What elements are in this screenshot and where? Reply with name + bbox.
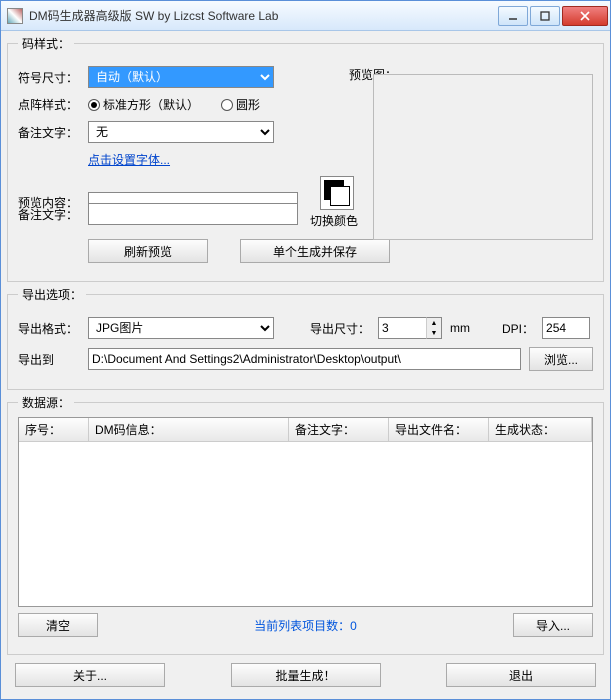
datasource-legend: 数据源： — [18, 394, 74, 411]
about-button[interactable]: 关于... — [15, 663, 165, 687]
style-group: 码样式： 预览图： 符号尺寸： 自动（默认） 点阵样式： 标准方形（默认） 圆形… — [7, 35, 604, 282]
symbol-size-select[interactable]: 自动（默认） — [88, 66, 274, 88]
col-remark[interactable]: 备注文字： — [289, 418, 389, 441]
data-table[interactable]: 序号： DM码信息： 备注文字： 导出文件名： 生成状态： — [18, 417, 593, 607]
col-status[interactable]: 生成状态： — [489, 418, 592, 441]
chevron-up-icon[interactable]: ▲ — [427, 318, 441, 328]
export-group: 导出选项： 导出格式： JPG图片 导出尺寸： ▲▼ mm DPI： 导出到 浏… — [7, 286, 604, 390]
radio-circle[interactable]: 圆形 — [221, 96, 260, 113]
single-generate-button[interactable]: 单个生成并保存 — [240, 239, 390, 263]
import-button[interactable]: 导入... — [513, 613, 593, 637]
export-size-spinner[interactable]: ▲▼ — [378, 317, 442, 339]
refresh-preview-button[interactable]: 刷新预览 — [88, 239, 208, 263]
export-format-select[interactable]: JPG图片 — [88, 317, 274, 339]
app-icon — [7, 8, 23, 24]
export-legend: 导出选项： — [18, 286, 86, 303]
remark-text-label: 备注文字： — [18, 206, 80, 223]
remark-select[interactable]: 无 — [88, 121, 274, 143]
chevron-down-icon[interactable]: ▼ — [427, 328, 441, 338]
col-index[interactable]: 序号： — [19, 418, 89, 441]
remark-label: 备注文字： — [18, 124, 80, 141]
export-format-label: 导出格式： — [18, 320, 80, 337]
clear-button[interactable]: 清空 — [18, 613, 98, 637]
remark-text-input[interactable] — [88, 203, 298, 225]
col-filename[interactable]: 导出文件名： — [389, 418, 489, 441]
browse-button[interactable]: 浏览... — [529, 347, 593, 371]
datasource-group: 数据源： 序号： DM码信息： 备注文字： 导出文件名： 生成状态： 清空 当前… — [7, 394, 604, 655]
dpi-input[interactable] — [542, 317, 590, 339]
export-path-input[interactable] — [88, 348, 521, 370]
export-size-label: 导出尺寸： — [310, 320, 370, 337]
maximize-button[interactable] — [530, 6, 560, 26]
minimize-button[interactable] — [498, 6, 528, 26]
titlebar: DM码生成器高级版 SW by Lizcst Software Lab — [1, 1, 610, 31]
bottom-bar: 关于... 批量生成！ 退出 — [7, 659, 604, 693]
preview-image — [373, 74, 593, 240]
dpi-label: DPI： — [502, 320, 534, 337]
export-path-label: 导出到 — [18, 351, 80, 368]
batch-generate-button[interactable]: 批量生成！ — [231, 663, 381, 687]
swap-color-button[interactable] — [320, 176, 354, 210]
col-dm-info[interactable]: DM码信息： — [89, 418, 289, 441]
exit-button[interactable]: 退出 — [446, 663, 596, 687]
window-title: DM码生成器高级版 SW by Lizcst Software Lab — [29, 7, 498, 24]
style-legend: 码样式： — [18, 35, 74, 52]
symbol-size-label: 符号尺寸： — [18, 69, 80, 86]
dot-style-label: 点阵样式： — [18, 96, 80, 113]
export-size-unit: mm — [450, 321, 470, 335]
close-button[interactable] — [562, 6, 608, 26]
count-value: 0 — [350, 619, 357, 633]
radio-square[interactable]: 标准方形（默认） — [88, 96, 199, 113]
swap-color-label: 切换颜色 — [310, 212, 358, 229]
font-settings-link[interactable]: 点击设置字体... — [88, 151, 170, 168]
count-label: 当前列表项目数： — [254, 619, 350, 633]
